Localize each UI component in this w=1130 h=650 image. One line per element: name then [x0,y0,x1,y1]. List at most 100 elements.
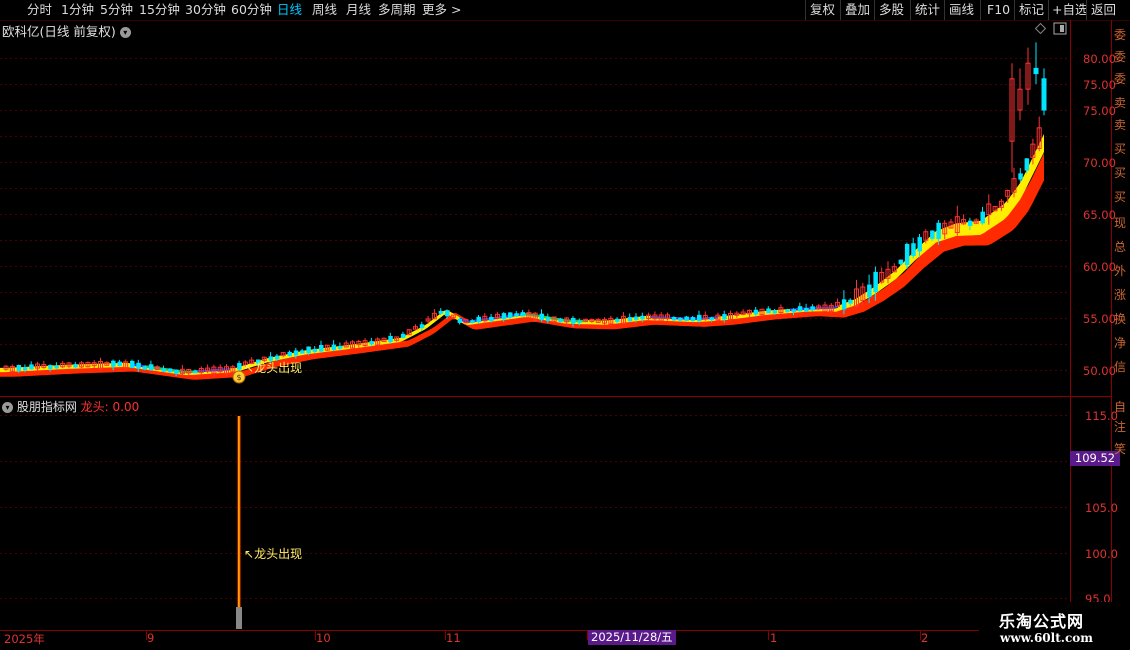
candle-body [41,364,47,368]
candle-body [9,365,15,372]
candle-body [804,308,809,312]
candle-body [948,221,954,229]
candle-body [123,361,129,369]
candle-body [111,360,116,367]
candle-body [425,318,431,322]
tab-60min[interactable]: 60分钟 [231,1,272,19]
candle-body [130,360,135,369]
candle-body [29,364,34,370]
candle-body [595,319,601,323]
candle-body [230,366,236,373]
candle-body [3,365,9,370]
panel-char: 总 [1114,240,1127,254]
panel-char: 委 [1114,72,1127,86]
tab-15min[interactable]: 15分钟 [139,1,180,19]
back-button[interactable]: 返回 [1091,1,1116,19]
candle-body [715,314,721,321]
candle-body [413,326,418,330]
slow-ma-band [0,153,1044,380]
panel-char: 换 [1114,312,1127,326]
candle-body [728,312,733,320]
tab-daily[interactable]: 日线 [277,1,302,19]
multi-stock-button[interactable]: 多股 [879,1,904,19]
candle-body [841,299,847,310]
candle-body [136,362,141,369]
overlay-button[interactable]: 叠加 [845,1,870,19]
candle-body [319,344,324,352]
panel-char: 卖 [1114,118,1127,132]
draw-line-button[interactable]: 画线 [949,1,974,19]
candle-body [406,329,412,336]
candle-body [810,306,815,311]
candle-body [589,318,595,322]
candle-body [936,222,941,240]
candle-body [306,346,311,354]
candle-body [350,341,355,349]
candle-body [828,304,834,312]
y-tick: 70.00 [1083,156,1116,170]
pin-icon[interactable] [1034,22,1047,35]
candle-body [457,318,463,323]
mark-button[interactable]: 标记 [1019,1,1044,19]
candle-body [942,222,948,235]
candle-body [551,316,557,323]
candle-body [470,320,475,324]
candle-body [66,362,72,367]
chevron-down-icon[interactable]: ▾ [119,27,131,38]
candle-body [954,216,960,233]
panel-char: 信 [1114,360,1127,374]
ma-segment [519,313,589,323]
x-tick: 2 [921,631,929,645]
candle-body [482,315,488,322]
add-watchlist-button[interactable]: +自选 [1052,1,1087,19]
candle-body [697,314,702,322]
y-tick: 75.00 [1083,104,1116,118]
x-tick: 2025年 [4,632,45,646]
tab-monthly[interactable]: 月线 [346,1,371,19]
candle-body [583,318,589,322]
window-toggle-icon[interactable] [1053,22,1067,35]
candle-body [816,305,822,310]
ma-segment [144,365,198,374]
toolbar-divider [805,0,806,20]
candle-body [520,312,526,317]
candle-body [558,318,563,323]
toolbar-divider [980,0,981,20]
kline-chart: $ [0,20,1112,640]
signal-bar-core [238,416,240,608]
candle-body [1024,158,1030,171]
y-tick: 80.00 [1083,52,1116,66]
candle-body [381,337,387,343]
tab-multi-period[interactable]: 多周期 [378,1,416,19]
candle-body [646,314,652,319]
candle-body [904,244,910,265]
tab-5min[interactable]: 5分钟 [100,1,133,19]
toolbar-divider [1086,0,1087,20]
candle-body [117,361,122,367]
candle-body [16,364,22,371]
tab-30min[interactable]: 30分钟 [185,1,226,19]
candle-body [174,369,179,374]
tab-1min[interactable]: 1分钟 [61,1,94,19]
panel-char: 自 [1114,400,1127,414]
tab-more[interactable]: 更多 > [422,1,461,19]
f10-button[interactable]: F10 [987,1,1010,19]
panel-char: 买 [1114,166,1127,180]
candle-body [104,361,110,366]
candle-body [287,351,292,357]
candle-body [362,340,368,346]
chevron-down-icon[interactable]: ▾ [2,402,13,413]
quote-panel-edge[interactable]: 委 委 委 卖 卖 买 买 买 现 总 外 涨 换 净 信 自 注 笑 [1112,20,1130,630]
candle-body [917,237,922,252]
ma-segment [459,313,529,324]
candle-body [526,312,532,319]
candle-body [615,318,620,322]
tab-minute-chart[interactable]: 分时 [27,1,52,19]
statistics-button[interactable]: 统计 [915,1,940,19]
candle-body [489,316,494,321]
indicator-series-value: 0.00 [112,400,140,414]
candle-body [501,313,507,320]
candle-body [60,362,66,368]
adjust-button[interactable]: 复权 [810,1,835,19]
tab-weekly[interactable]: 周线 [312,1,337,19]
